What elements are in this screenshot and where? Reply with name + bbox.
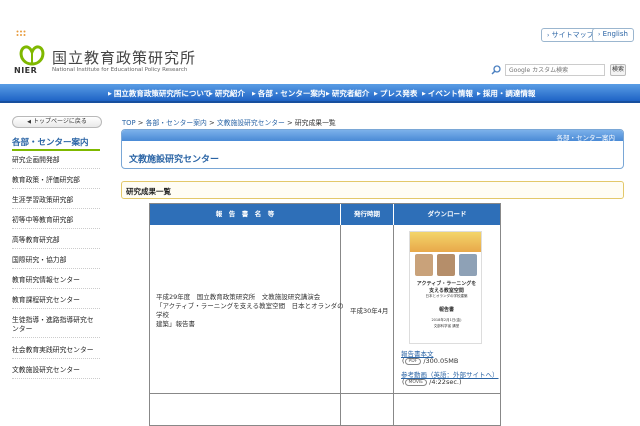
sidebar-item-policy[interactable]: 教育政策・評価研究部 [12,176,100,189]
section-title: 研究成果一覧 [126,187,171,196]
sidebar-item-international[interactable]: 国際研究・協力部 [12,256,100,269]
breadcrumb-item[interactable]: TOP [122,119,136,127]
sidebar-item-facilities[interactable]: 文教施設研究センター [12,366,100,379]
page-title: 文教施設研究センター [129,155,220,165]
sitemap-button[interactable]: › サイトマップ [541,28,600,42]
org-name[interactable]: 国立教育政策研究所 [52,47,196,68]
sidebar-item-lifelong[interactable]: 生涯学習政策研究部 [12,196,100,209]
nav-item-press[interactable]: ▶ プレス発表 [374,88,417,99]
speaker-photo [415,254,433,276]
sidebar-title[interactable]: 各部・センター案内 [12,136,89,148]
search-input[interactable] [505,64,605,76]
breadcrumb-current: 研究成果一覧 [294,119,336,127]
back-to-top-label: トップページに戻る [32,118,87,125]
nav-item-research[interactable]: ▶ 研究紹介 [209,88,245,99]
speaker-photo [459,254,477,276]
dots-icon [16,30,26,36]
report-pdf-meta: (PDF/300.05MB [402,357,459,365]
sidebar-item-curriculum[interactable]: 教育課程研究センター [12,296,100,309]
table-header: 報 告 書 名 等 [150,204,341,225]
breadcrumb-item[interactable]: 各部・センター案内 [146,119,207,127]
triangle-right-icon: ▶ [422,91,426,97]
table-row-report-name: 平成29年度 国立教育政策研究所 文教施設研究講演会 「アクティブ・ラーニングを… [156,293,344,328]
search-button[interactable]: 検索 [610,64,626,76]
sidebar-title-underline [12,149,100,151]
panel-header-bar [122,130,623,141]
sidebar-item-planning[interactable]: 研究企画開発部 [12,156,100,169]
site-header: NIER 国立教育政策研究所 National Institute for Ed… [0,0,640,84]
nav-item-about[interactable]: ▶ 国立教育政策研究所について [108,88,211,99]
table-header: 発行時期 [341,204,394,225]
triangle-right-icon: ▶ [108,91,112,97]
breadcrumb-item[interactable]: 文教施設研究センター [217,119,285,127]
breadcrumb: TOP > 各部・センター案内 > 文教施設研究センター > 研究成果一覧 [122,119,336,127]
report-cover-thumbnail[interactable]: アクティブ・ラーニングを 支える教室空間 日本とオランダの学校建築 報告書 20… [409,231,482,344]
triangle-right-icon: ▶ [326,91,330,97]
nav-item-researchers[interactable]: ▶ 研究者紹介 [326,88,369,99]
chevron-right-icon: › [547,32,550,39]
nav-item-events[interactable]: ▶ イベント情報 [422,88,473,99]
sidebar-item-higher[interactable]: 高等教育研究部 [12,236,100,249]
nav-item-departments[interactable]: ▶ 各部・センター案内 [252,88,325,99]
english-label: English [602,30,628,38]
triangle-left-icon: ◀ [27,119,32,125]
sitemap-label: サイトマップ [551,31,594,39]
nav-item-recruitment[interactable]: ▶ 採用・調達情報 [477,88,535,99]
triangle-right-icon: ▶ [374,91,378,97]
triangle-right-icon: ▶ [477,91,481,97]
sidebar-item-info-center[interactable]: 教育研究情報センター [12,276,100,289]
sidebar-item-elementary[interactable]: 初等中等教育研究部 [12,216,100,229]
sidebar-item-guidance[interactable]: 生徒指導・進路指導研究センター [12,316,100,338]
table-header: ダウンロード [394,204,500,225]
search-icon [491,65,501,75]
panel-sub-link[interactable]: 各部・センター案内 [557,132,616,142]
column-divider [393,225,394,426]
back-to-top-button[interactable]: ◀ トップページに戻る [12,116,102,128]
triangle-right-icon: ▶ [252,91,256,97]
reference-video-meta: (MOVIE/4:22sec.) [402,378,462,386]
section-heading: 研究成果一覧 [121,181,624,199]
global-nav: ▶ 国立教育政策研究所について ▶ 研究紹介 ▶ 各部・センター案内 ▶ 研究者紹介 ▶… [0,84,640,103]
speaker-photo [437,254,455,276]
center-panel: 各部・センター案内 文教施設研究センター [121,129,624,169]
org-name-en: National Institute for Educational Polic… [52,67,188,73]
movie-badge: MOVIE [404,379,428,386]
logo-text: NIER [14,66,38,75]
english-button[interactable]: › English [592,28,634,42]
cover-banner [410,232,481,252]
chevron-right-icon: › [598,31,601,38]
pdf-badge: PDF [404,358,422,365]
row-divider [150,393,500,394]
triangle-right-icon: ▶ [209,91,213,97]
sidebar-item-social-ed[interactable]: 社会教育実践研究センター [12,346,100,359]
table-row-date: 平成30年4月 [350,307,389,315]
